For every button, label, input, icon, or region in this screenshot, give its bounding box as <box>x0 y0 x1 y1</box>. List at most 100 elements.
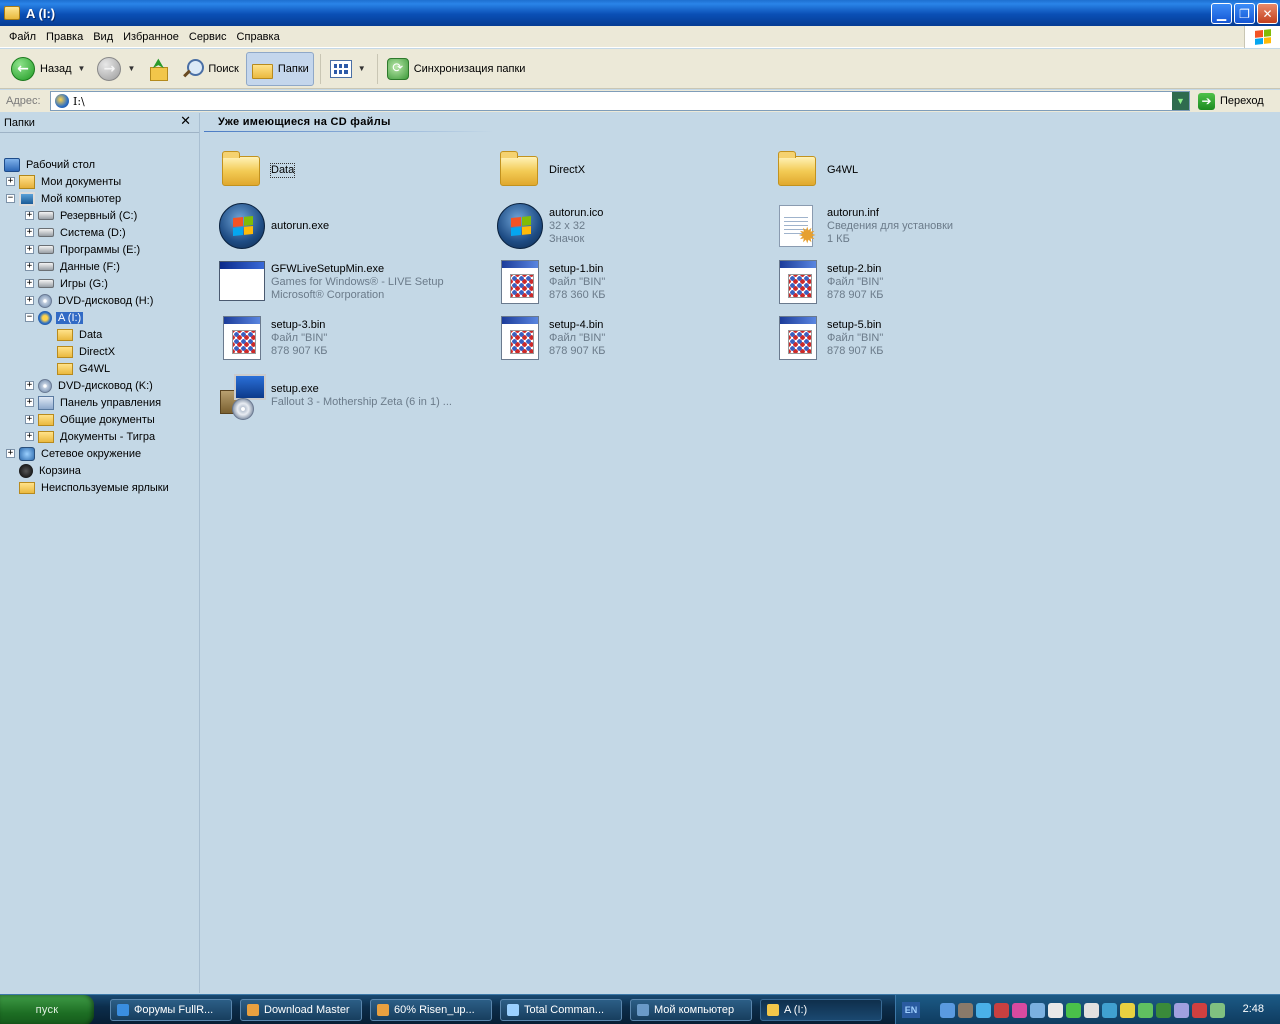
file-item[interactable]: setup-5.bin Файл "BIN" 878 907 КБ <box>774 313 1044 363</box>
tray-app-icon[interactable] <box>1192 1002 1207 1018</box>
drive-icon <box>38 245 54 254</box>
tree-expander[interactable]: + <box>25 228 34 237</box>
tree-item[interactable]: + Сетевое окружение <box>6 445 143 462</box>
back-button[interactable]: ← Назад ▼ <box>6 52 90 86</box>
control-panel-icon <box>38 395 54 410</box>
tree-item[interactable]: Рабочий стол <box>4 156 97 173</box>
file-item[interactable]: GFWLiveSetupMin.exe Games for Windows® - … <box>218 257 488 307</box>
taskbar-button[interactable]: Download Master <box>240 998 362 1021</box>
go-button[interactable]: ➔ Переход <box>1198 92 1264 110</box>
tray-app-icon[interactable] <box>1048 1002 1063 1018</box>
tree-item[interactable]: − A (I:) <box>25 309 84 326</box>
tree-expander[interactable]: − <box>25 313 34 322</box>
chevron-down-icon[interactable]: ▼ <box>1172 92 1189 110</box>
taskbar-button[interactable]: 60% Risen_up... <box>370 998 492 1021</box>
tray-app-icon[interactable] <box>1174 1002 1189 1018</box>
start-button[interactable]: пуск <box>0 994 94 1024</box>
tray-app-icon[interactable] <box>994 1002 1009 1018</box>
up-folder-button[interactable] <box>142 52 174 86</box>
file-item[interactable]: DirectX <box>496 145 766 195</box>
file-item[interactable]: autorun.exe <box>218 201 488 251</box>
taskbar-button[interactable]: Мой компьютер <box>630 998 752 1021</box>
tray-app-icon[interactable] <box>958 1002 973 1018</box>
tree-item[interactable]: + Мои документы <box>6 173 123 190</box>
menu-edit[interactable]: Правка <box>41 31 88 43</box>
file-item[interactable]: setup-4.bin Файл "BIN" 878 907 КБ <box>496 313 766 363</box>
tray-app-icon[interactable] <box>940 1002 955 1018</box>
views-button[interactable]: ▼ <box>325 52 371 86</box>
tray-app-icon[interactable] <box>1102 1002 1117 1018</box>
tree-item[interactable]: Data <box>44 326 104 343</box>
taskbar-button[interactable]: Total Comman... <box>500 998 622 1021</box>
tree-item[interactable]: + Документы - Тигра <box>25 428 157 445</box>
folders-button[interactable]: Папки <box>245 51 314 86</box>
tree-item[interactable]: + Игры (G:) <box>25 275 110 292</box>
tree-expander[interactable]: − <box>6 194 15 203</box>
tree-item[interactable]: + Система (D:) <box>25 224 128 241</box>
file-item[interactable]: setup-2.bin Файл "BIN" 878 907 КБ <box>774 257 1044 307</box>
taskbar-button-label: Download Master <box>264 1003 350 1016</box>
tree-item[interactable]: + Данные (F:) <box>25 258 122 275</box>
tree-expander[interactable]: + <box>25 279 34 288</box>
menu-view[interactable]: Вид <box>88 31 118 43</box>
tree-expander[interactable]: + <box>25 432 34 441</box>
taskbar-button[interactable]: A (I:) <box>760 998 882 1021</box>
tray-app-icon[interactable] <box>1030 1002 1045 1018</box>
tray-app-icon[interactable] <box>1138 1002 1153 1018</box>
tree-item[interactable]: DirectX <box>44 343 117 360</box>
tree-item-label: Игры (G:) <box>60 277 108 290</box>
menu-favorites[interactable]: Избранное <box>118 31 184 43</box>
tree-item[interactable]: Корзина <box>6 462 83 479</box>
tray-app-icon[interactable] <box>976 1002 991 1018</box>
file-item[interactable]: setup-1.bin Файл "BIN" 878 360 КБ <box>496 257 766 307</box>
file-item[interactable]: autorun.infСведения для установки1 КБ <box>774 201 1044 251</box>
file-item[interactable]: setup.exe Fallout 3 - Mothership Zeta (6 … <box>218 371 488 421</box>
clock[interactable]: 2:48 <box>1243 1003 1264 1015</box>
tree-expander[interactable]: + <box>25 262 34 271</box>
tree-item[interactable]: + Резервный (C:) <box>25 207 139 224</box>
address-input[interactable]: I:\ ▼ <box>50 91 1190 111</box>
tray-app-icon[interactable] <box>1120 1002 1135 1018</box>
tray-app-icon[interactable] <box>1066 1002 1081 1018</box>
tree-item[interactable]: G4WL <box>44 360 112 377</box>
close-icon[interactable]: ✕ <box>180 114 191 129</box>
search-button[interactable]: Поиск <box>176 52 243 86</box>
tray-app-icon[interactable] <box>1156 1002 1171 1018</box>
menu-help[interactable]: Справка <box>232 31 285 43</box>
tree-item[interactable]: + Панель управления <box>25 394 163 411</box>
tree-item[interactable]: + Программы (E:) <box>25 241 142 258</box>
forward-button[interactable]: → ▼ <box>92 52 140 86</box>
tray-app-icon[interactable] <box>1084 1002 1099 1018</box>
tree-expander[interactable]: + <box>6 449 15 458</box>
tree-item[interactable]: Неиспользуемые ярлыки <box>6 479 171 496</box>
tree-expander[interactable]: + <box>6 177 15 186</box>
close-button[interactable]: ✕ <box>1257 3 1278 24</box>
tree-item[interactable]: + Общие документы <box>25 411 157 428</box>
file-item[interactable]: Data <box>218 145 488 195</box>
sync-folder-button[interactable]: ⟳ Синхронизация папки <box>382 52 531 86</box>
tree-expander[interactable]: + <box>25 381 34 390</box>
taskbar-button[interactable]: Форумы FullR... <box>110 998 232 1021</box>
tree-expander[interactable]: + <box>25 398 34 407</box>
file-item[interactable]: autorun.ico 32 x 32 Значок <box>496 201 766 251</box>
file-item[interactable]: setup-3.bin Файл "BIN" 878 907 КБ <box>218 313 488 363</box>
tree-expander[interactable]: + <box>25 245 34 254</box>
chevron-down-icon[interactable]: ▼ <box>358 64 366 73</box>
tray-app-icon[interactable] <box>1012 1002 1027 1018</box>
file-item[interactable]: G4WL <box>774 145 1044 195</box>
tree-expander[interactable]: + <box>25 296 34 305</box>
menu-file[interactable]: Файл <box>4 31 41 43</box>
language-indicator[interactable]: EN <box>902 1002 920 1018</box>
menu-tools[interactable]: Сервис <box>184 31 232 43</box>
tree-item[interactable]: + DVD-дисковод (K:) <box>25 377 155 394</box>
tree-item[interactable]: − Мой компьютер <box>6 190 123 207</box>
minimize-button[interactable]: ▁ <box>1211 3 1232 24</box>
tree-item[interactable]: + DVD-дисковод (H:) <box>25 292 155 309</box>
tree-expander[interactable]: + <box>25 415 34 424</box>
chevron-down-icon[interactable]: ▼ <box>78 64 86 73</box>
maximize-button[interactable]: ❐ <box>1234 3 1255 24</box>
chevron-down-icon[interactable]: ▼ <box>127 64 135 73</box>
tray-app-icon[interactable] <box>1210 1002 1225 1018</box>
window-title: A (I:) <box>26 5 56 21</box>
tree-expander[interactable]: + <box>25 211 34 220</box>
